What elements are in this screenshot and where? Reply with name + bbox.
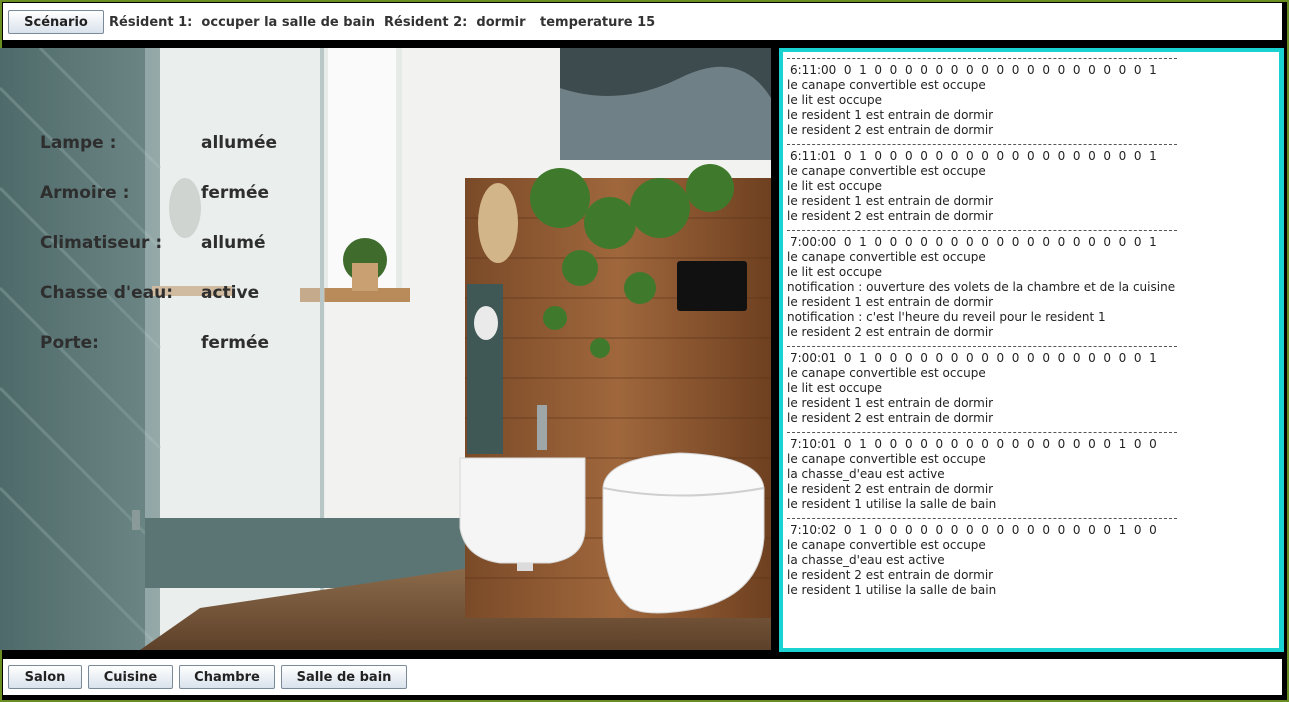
log-line: notification : c'est l'heure du reveil p… xyxy=(787,310,1106,324)
wardrobe-label: Armoire : xyxy=(40,183,130,203)
log-entry: 7:10:02 0 1 0 0 0 0 0 0 0 0 0 0 0 0 0 0 … xyxy=(787,518,1279,598)
room-button-salle-de-bain[interactable]: Salle de bain xyxy=(281,665,407,689)
log-separator xyxy=(787,518,1177,519)
flush-label: Chasse d'eau: xyxy=(40,283,174,303)
room-button-cuisine[interactable]: Cuisine xyxy=(88,665,173,689)
log-timestamp-line: 6:11:01 0 1 0 0 0 0 0 0 0 0 0 0 0 0 0 0 … xyxy=(790,149,1157,163)
log-text-area[interactable]: 6:11:00 0 1 0 0 0 0 0 0 0 0 0 0 0 0 0 0 … xyxy=(783,52,1279,648)
log-separator xyxy=(787,58,1177,59)
log-entry: 7:10:01 0 1 0 0 0 0 0 0 0 0 0 0 0 0 0 0 … xyxy=(787,432,1279,512)
log-line: le canape convertible est occupe xyxy=(787,452,986,466)
log-line: le canape convertible est occupe xyxy=(787,538,986,552)
log-line: la chasse_d'eau est active xyxy=(787,467,945,481)
log-line: le resident 1 utilise la salle de bain xyxy=(787,583,997,597)
log-timestamp-line: 6:11:00 0 1 0 0 0 0 0 0 0 0 0 0 0 0 0 0 … xyxy=(790,63,1157,77)
scenario-button[interactable]: Scénario xyxy=(8,10,104,34)
door-value: fermée xyxy=(201,333,270,353)
log-line: le lit est occupe xyxy=(787,265,883,279)
log-line: le canape convertible est occupe xyxy=(787,250,986,264)
log-entry: 7:00:00 0 1 0 0 0 0 0 0 0 0 0 0 0 0 0 0 … xyxy=(787,230,1279,340)
resident2-status: Résident 2: dormir xyxy=(384,15,526,30)
resident1-status: Résident 1: occuper la salle de bain xyxy=(109,15,376,30)
top-bar: Scénario Résident 1: occuper la salle de… xyxy=(3,3,1282,40)
log-line: le resident 1 est entrain de dormir xyxy=(787,295,994,309)
log-line: le resident 2 est entrain de dormir xyxy=(787,123,994,137)
log-separator xyxy=(787,432,1177,433)
log-timestamp-line: 7:10:01 0 1 0 0 0 0 0 0 0 0 0 0 0 0 0 0 … xyxy=(790,437,1157,451)
log-line: le resident 2 est entrain de dormir xyxy=(787,411,994,425)
log-separator xyxy=(787,346,1177,347)
log-entry: 6:11:01 0 1 0 0 0 0 0 0 0 0 0 0 0 0 0 0 … xyxy=(787,144,1279,224)
room-button-chambre[interactable]: Chambre xyxy=(179,665,275,689)
log-line: le lit est occupe xyxy=(787,93,883,107)
log-timestamp-line: 7:10:02 0 1 0 0 0 0 0 0 0 0 0 0 0 0 0 0 … xyxy=(790,523,1157,537)
lamp-label: Lampe : xyxy=(40,133,117,153)
wardrobe-value: fermée xyxy=(201,183,270,203)
log-line: le resident 1 utilise la salle de bain xyxy=(787,497,997,511)
log-line: le resident 2 est entrain de dormir xyxy=(787,568,994,582)
log-line: le lit est occupe xyxy=(787,381,883,395)
log-line: le resident 2 est entrain de dormir xyxy=(787,209,994,223)
log-entry: 6:11:00 0 1 0 0 0 0 0 0 0 0 0 0 0 0 0 0 … xyxy=(787,58,1279,138)
log-line: notification : ouverture des volets de l… xyxy=(787,280,1176,294)
flush-value: active xyxy=(201,283,260,303)
ac-value: allumé xyxy=(201,233,266,253)
lamp-value: allumée xyxy=(201,133,278,153)
room-view: Lampe : allumée Armoire : fermée Climati… xyxy=(0,48,771,650)
room-nav-bar: Salon Cuisine Chambre Salle de bain xyxy=(3,659,1282,695)
log-line: le resident 1 est entrain de dormir xyxy=(787,108,994,122)
log-line: le canape convertible est occupe xyxy=(787,366,986,380)
log-panel: 6:11:00 0 1 0 0 0 0 0 0 0 0 0 0 0 0 0 0 … xyxy=(779,48,1284,652)
log-line: le resident 2 est entrain de dormir xyxy=(787,482,994,496)
log-line: le resident 1 est entrain de dormir xyxy=(787,194,994,208)
log-line: le canape convertible est occupe xyxy=(787,78,986,92)
log-timestamp-line: 7:00:01 0 1 0 0 0 0 0 0 0 0 0 0 0 0 0 0 … xyxy=(790,351,1157,365)
temperature-status: temperature 15 xyxy=(540,15,656,30)
log-line: le canape convertible est occupe xyxy=(787,164,986,178)
log-line: le resident 1 est entrain de dormir xyxy=(787,396,994,410)
log-line: la chasse_d'eau est active xyxy=(787,553,945,567)
log-timestamp-line: 7:00:00 0 1 0 0 0 0 0 0 0 0 0 0 0 0 0 0 … xyxy=(790,235,1157,249)
log-separator xyxy=(787,230,1177,231)
log-line: le lit est occupe xyxy=(787,179,883,193)
room-button-salon[interactable]: Salon xyxy=(8,665,82,689)
log-separator xyxy=(787,144,1177,145)
log-entry: 7:00:01 0 1 0 0 0 0 0 0 0 0 0 0 0 0 0 0 … xyxy=(787,346,1279,426)
log-line: le resident 2 est entrain de dormir xyxy=(787,325,994,339)
door-label: Porte: xyxy=(40,333,99,353)
ac-label: Climatiseur : xyxy=(40,233,163,253)
